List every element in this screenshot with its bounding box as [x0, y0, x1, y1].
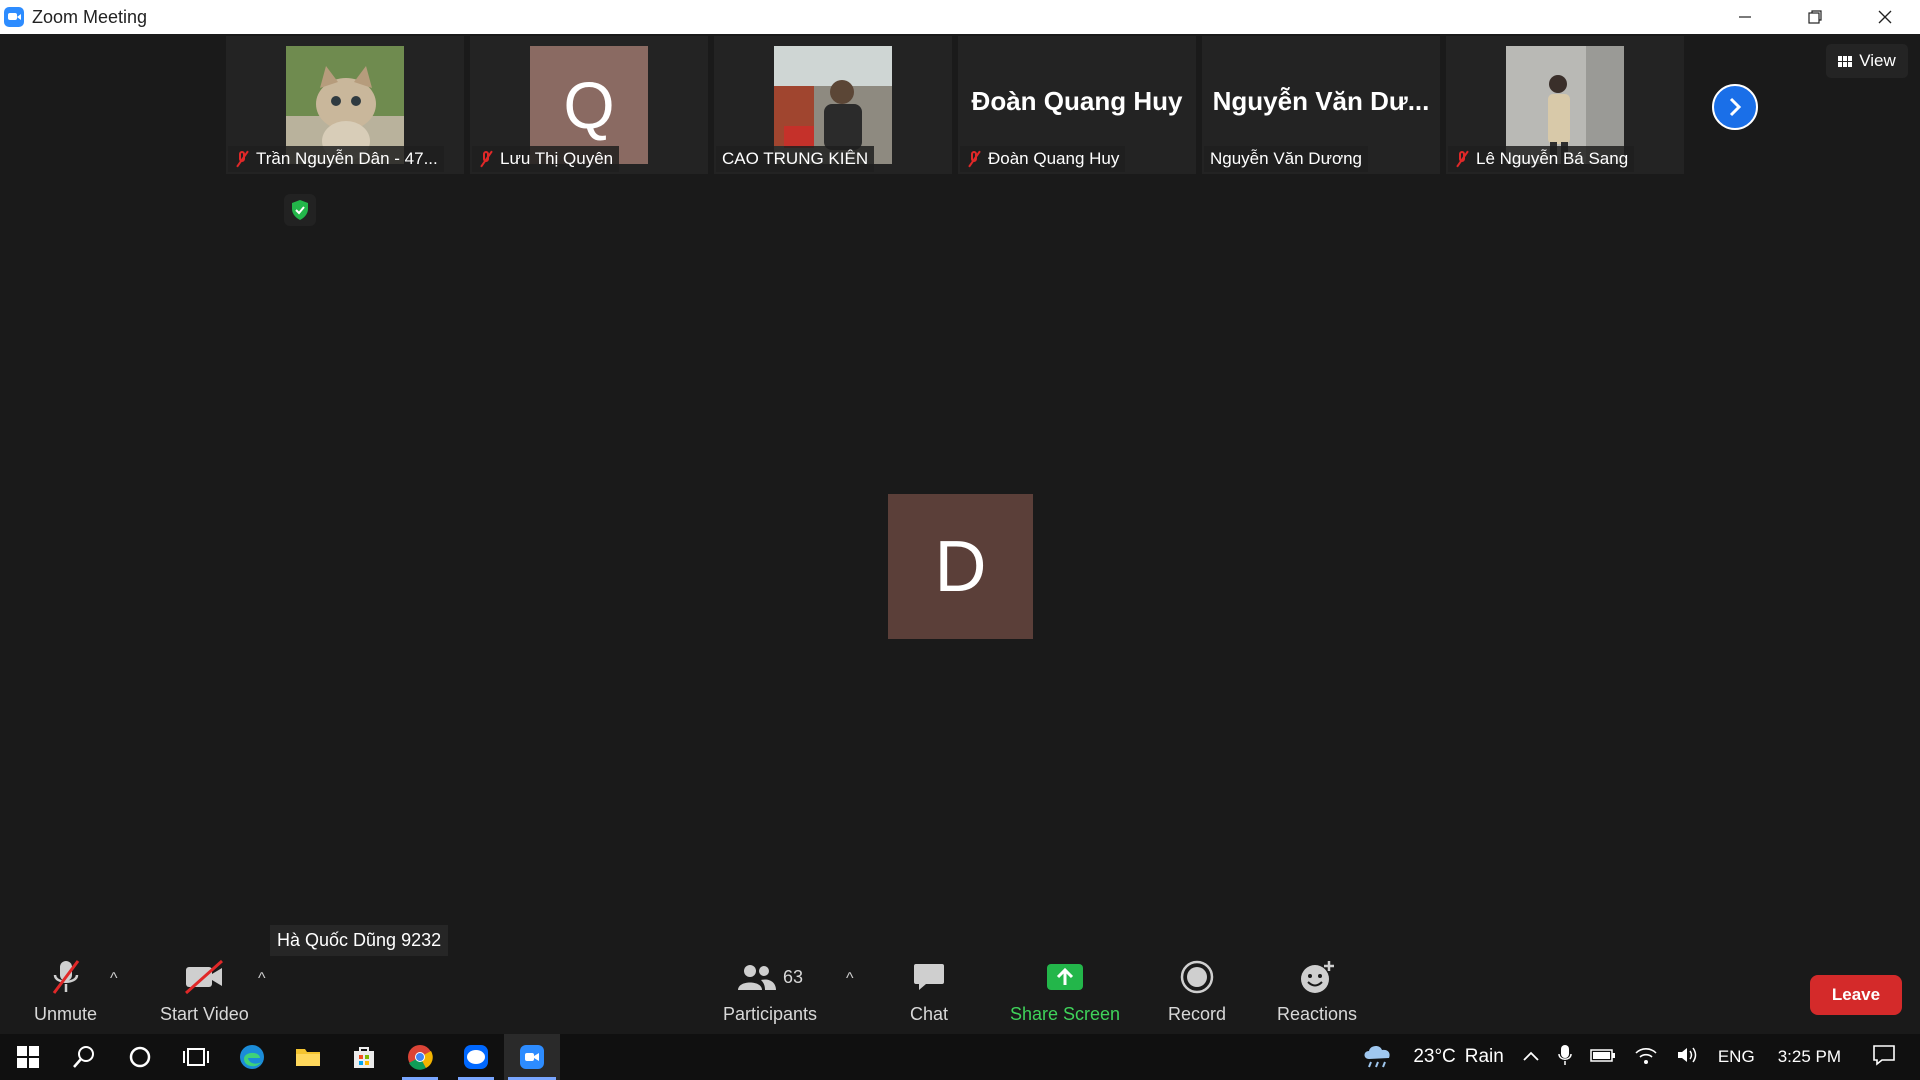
system-tray: 23°C Rain ENG 3:25 PM [1352, 1034, 1920, 1080]
participant-name: Đoàn Quang Huy [988, 149, 1120, 168]
participant-name: Lê Nguyễn Bá Sang [1476, 149, 1629, 168]
zalo-app-icon[interactable] [448, 1034, 504, 1080]
chat-button[interactable]: Chat [910, 958, 948, 1025]
participant-name: Nguyễn Văn Dương [1210, 149, 1363, 168]
participants-label: Participants [723, 1004, 818, 1024]
windows-taskbar: 23°C Rain ENG 3:25 PM [0, 1034, 1920, 1080]
participant-name: CAO TRUNG KIÊN [722, 149, 869, 168]
reactions-smiley-icon [1299, 958, 1335, 996]
unmute-label: Unmute [34, 1004, 98, 1024]
mic-muted-icon [234, 150, 250, 168]
chevron-right-icon[interactable] [1712, 84, 1758, 130]
chat-icon [912, 958, 946, 996]
participants-options-caret-icon[interactable]: ^ [846, 970, 854, 988]
windows-start-icon[interactable] [0, 1034, 56, 1080]
zoom-taskbar-icon[interactable] [504, 1034, 560, 1080]
microphone-muted-icon [46, 958, 86, 996]
notification-center-icon[interactable] [1872, 1044, 1896, 1071]
leave-button[interactable]: Leave [1810, 975, 1902, 1015]
weather-condition[interactable]: Rain [1465, 1046, 1504, 1068]
zoom-app-icon [4, 7, 24, 27]
participants-count: 63 [783, 966, 804, 987]
participants-icon-group: 63 [737, 958, 803, 996]
chat-label: Chat [910, 1004, 949, 1024]
start-video-button[interactable]: Start Video [160, 958, 249, 1025]
window-title: Zoom Meeting [32, 6, 148, 27]
video-options-caret-icon[interactable]: ^ [258, 970, 266, 988]
video-off-icon [182, 958, 226, 996]
participant-strip: Trần Nguyễn Dân - 47... Q Lưu Thị Quyên … [226, 36, 1684, 174]
security-shield-icon[interactable] [284, 194, 316, 226]
participant-nameplate: Đoàn Quang Huy [960, 146, 1126, 172]
participant-nameplate: Nguyễn Văn Dương [1204, 146, 1369, 172]
input-language[interactable]: ENG [1718, 1047, 1755, 1067]
reactions-button[interactable]: Reactions [1277, 958, 1357, 1025]
volume-icon[interactable] [1676, 1045, 1700, 1070]
view-button[interactable]: View [1826, 44, 1908, 78]
participant-tile[interactable]: Đoàn Quang Huy Đoàn Quang Huy [958, 36, 1196, 174]
record-label: Record [1168, 1004, 1227, 1024]
chrome-browser-icon[interactable] [392, 1034, 448, 1080]
participants-button[interactable]: 63 Participants [723, 958, 817, 1025]
wifi-icon[interactable] [1634, 1045, 1658, 1070]
participant-tile[interactable]: Lê Nguyễn Bá Sang [1446, 36, 1684, 174]
file-explorer-icon[interactable] [280, 1034, 336, 1080]
participant-nameplate: CAO TRUNG KIÊN [716, 146, 875, 172]
grid-view-icon [1838, 55, 1853, 67]
participant-tile[interactable]: Nguyễn Văn Dư... Nguyễn Văn Dương [1202, 36, 1440, 174]
microphone-tray-icon[interactable] [1558, 1044, 1572, 1071]
participant-nameplate: Lưu Thị Quyên [472, 146, 620, 172]
cortana-icon[interactable] [112, 1034, 168, 1080]
battery-icon[interactable] [1590, 1047, 1616, 1068]
participant-nameplate: Lê Nguyễn Bá Sang [1448, 146, 1635, 172]
participant-tile[interactable]: Q Lưu Thị Quyên [470, 36, 708, 174]
reactions-label: Reactions [1277, 1004, 1358, 1024]
participants-icon [738, 965, 776, 990]
search-icon[interactable] [56, 1034, 112, 1080]
weather-temperature[interactable]: 23°C [1413, 1046, 1455, 1068]
mic-muted-icon [966, 150, 982, 168]
record-button[interactable]: Record [1168, 958, 1226, 1025]
participant-name: Trần Nguyễn Dân - 47... [256, 149, 438, 168]
audio-options-caret-icon[interactable]: ^ [110, 970, 118, 988]
share-screen-icon [1046, 958, 1084, 996]
close-icon[interactable] [1850, 0, 1920, 34]
chevron-up-icon[interactable] [1522, 1047, 1540, 1067]
view-label: View [1859, 51, 1896, 70]
unmute-button[interactable]: Unmute [34, 958, 97, 1025]
meeting-toolbar: Unmute ^ Start Video ^ 63 Participants ^ [0, 950, 1920, 1030]
active-speaker-avatar: D [888, 494, 1033, 639]
mic-muted-icon [1454, 150, 1470, 168]
record-icon [1180, 958, 1214, 996]
window-controls [1710, 0, 1920, 34]
share-screen-button[interactable]: Share Screen [1010, 958, 1120, 1025]
mic-muted-icon [478, 150, 494, 168]
share-screen-label: Share Screen [1010, 1004, 1121, 1024]
title-bar: Zoom Meeting [0, 0, 1920, 34]
task-view-icon[interactable] [168, 1034, 224, 1080]
minimize-icon[interactable] [1710, 0, 1780, 34]
participant-nameplate: Trần Nguyễn Dân - 47... [228, 146, 444, 172]
participant-tile[interactable]: Trần Nguyễn Dân - 47... [226, 36, 464, 174]
participant-tile[interactable]: CAO TRUNG KIÊN [714, 36, 952, 174]
restore-icon[interactable] [1780, 0, 1850, 34]
edge-browser-icon[interactable] [224, 1034, 280, 1080]
microsoft-store-icon[interactable] [336, 1034, 392, 1080]
weather-rain-icon[interactable] [1361, 1041, 1395, 1074]
participant-name: Lưu Thị Quyên [500, 149, 614, 168]
clock-time[interactable]: 3:25 PM [1778, 1047, 1841, 1067]
participant-display-name: Đoàn Quang Huy [971, 86, 1183, 116]
start-video-label: Start Video [160, 1004, 249, 1024]
participant-display-name: Nguyễn Văn Dư... [1212, 86, 1430, 116]
